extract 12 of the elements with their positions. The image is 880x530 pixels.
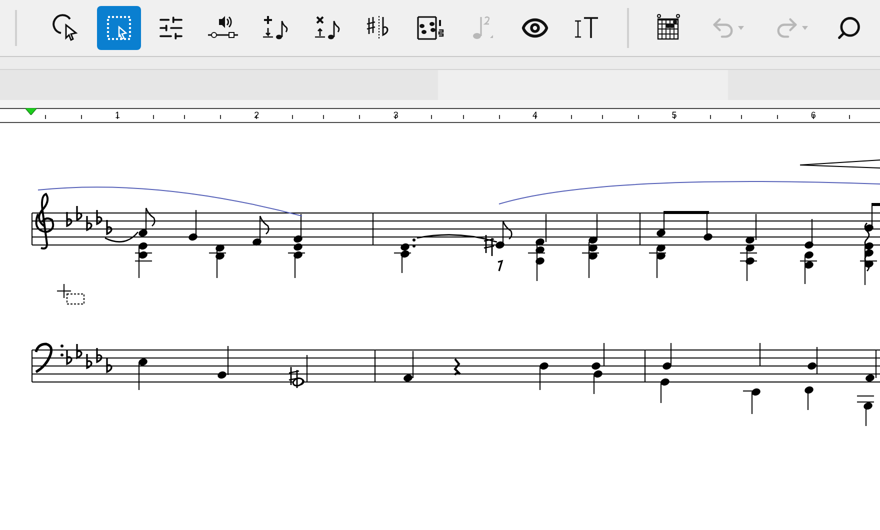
ruler-number: 1	[115, 111, 120, 120]
search-icon	[836, 15, 862, 41]
ruler-number: 4	[532, 111, 538, 120]
marquee-select-icon	[104, 13, 134, 43]
caret-icon	[738, 26, 744, 30]
sliders-icon	[157, 14, 185, 42]
ruler-number: 5	[672, 111, 677, 120]
ruler-number: 2	[254, 111, 260, 120]
ruler-number: 3	[393, 111, 398, 120]
ruler-number: 6	[810, 111, 816, 120]
crosshair-cursor-icon	[55, 283, 85, 305]
caret-icon	[802, 26, 808, 30]
